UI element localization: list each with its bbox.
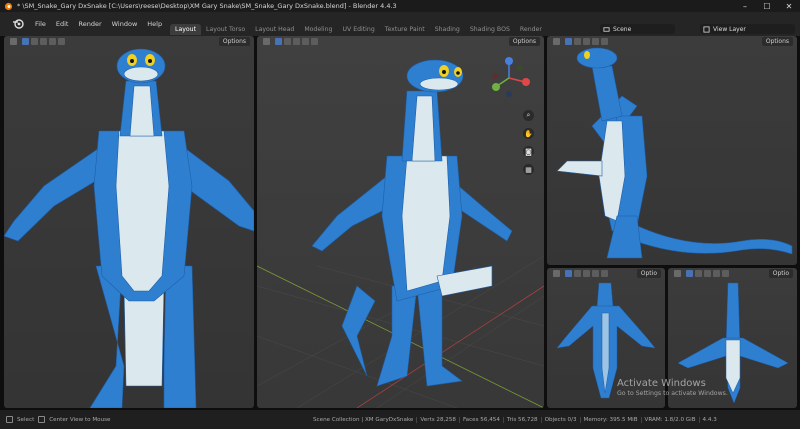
select-box-icon[interactable] <box>565 270 572 277</box>
workspace-tabs: Layout Layout Torso Layout Head Modeling… <box>170 23 547 35</box>
select-mode-icon[interactable] <box>574 270 581 277</box>
pan-hand-icon[interactable]: ✋ <box>523 128 534 139</box>
watermark-title: Activate Windows <box>617 378 706 389</box>
tab-texture-paint[interactable]: Texture Paint <box>380 24 430 35</box>
status-bar: Select Center View to Mouse Scene Collec… <box>0 410 800 429</box>
stat-vram: VRAM: 1.8/2.0 GiB <box>642 416 700 423</box>
select-mode-icon[interactable] <box>293 38 300 45</box>
minimize-button[interactable]: – <box>734 0 756 12</box>
menu-help[interactable]: Help <box>142 20 167 28</box>
stat-faces: Faces 56,454 <box>460 416 504 423</box>
options-button[interactable]: Options <box>761 37 793 46</box>
status-hints: Select Center View to Mouse <box>6 410 110 429</box>
tab-layout-head[interactable]: Layout Head <box>250 24 299 35</box>
select-mode-icon[interactable] <box>713 270 720 277</box>
scene-label: Scene <box>613 25 632 33</box>
select-box-icon[interactable] <box>565 38 572 45</box>
select-mode-icon[interactable] <box>574 38 581 45</box>
editor-type-icon[interactable] <box>674 270 681 277</box>
menu-edit[interactable]: Edit <box>51 20 74 28</box>
tab-render[interactable]: Render <box>515 24 547 35</box>
top-bar: File Edit Render Window Help Layout Layo… <box>0 12 800 36</box>
menu-file[interactable]: File <box>30 20 51 28</box>
menu-window[interactable]: Window <box>107 20 143 28</box>
maximize-button[interactable]: ☐ <box>756 0 778 12</box>
select-mode-icon[interactable] <box>40 38 47 45</box>
editor-type-icon[interactable] <box>553 270 560 277</box>
menu-render[interactable]: Render <box>73 20 106 28</box>
options-button[interactable]: Options <box>218 37 250 46</box>
window-controls: – ☐ ✕ <box>734 0 800 12</box>
options-button[interactable]: Optio <box>768 269 793 278</box>
tab-shading-bos[interactable]: Shading BOS <box>465 24 515 35</box>
viewport-side[interactable]: Options <box>547 36 797 265</box>
editor-type-icon[interactable] <box>10 38 17 45</box>
close-button[interactable]: ✕ <box>778 0 800 12</box>
select-box-icon[interactable] <box>22 38 29 45</box>
select-mode-icon[interactable] <box>49 38 56 45</box>
stat-version: 4.4.3 <box>702 416 717 423</box>
view-layer-icon <box>703 25 710 33</box>
blender-app-icon <box>4 2 13 10</box>
status-center-view-hint: Center View to Mouse <box>49 416 111 423</box>
main-menu: File Edit Render Window Help <box>0 12 167 36</box>
select-mode-icon[interactable] <box>601 38 608 45</box>
select-mode-icon[interactable] <box>592 38 599 45</box>
status-select-hint: Select <box>17 416 35 423</box>
stat-verts: Verts 28,258 <box>417 416 460 423</box>
tab-shading[interactable]: Shading <box>430 24 465 35</box>
snake-character-front <box>4 48 254 408</box>
viewport-header <box>257 36 544 47</box>
stat-collection: Scene Collection | XM GaryDxSnake <box>310 416 418 423</box>
editor-type-icon[interactable] <box>553 38 560 45</box>
camera-icon[interactable]: ◙ <box>523 146 534 157</box>
snake-character-side <box>556 47 793 259</box>
tab-modeling[interactable]: Modeling <box>299 24 337 35</box>
view-layer-label: View Layer <box>713 25 746 33</box>
scene-selector[interactable]: Scene <box>600 24 675 34</box>
select-mode-icon[interactable] <box>31 38 38 45</box>
select-mode-icon[interactable] <box>302 38 309 45</box>
viewport-front[interactable]: Options <box>4 36 254 408</box>
select-mode-icon[interactable] <box>583 270 590 277</box>
select-box-icon[interactable] <box>686 270 693 277</box>
navigation-gizmo[interactable] <box>487 54 532 99</box>
viewport-header <box>4 36 254 47</box>
window-title: * \SM_Snake_Gary DxSnake [C:\Users\reese… <box>17 2 397 10</box>
select-mode-icon[interactable] <box>722 270 729 277</box>
watermark-subtitle: Go to Settings to activate Windows. <box>617 390 728 397</box>
select-mode-icon[interactable] <box>601 270 608 277</box>
options-button[interactable]: Options <box>508 37 540 46</box>
tab-layout-torso[interactable]: Layout Torso <box>201 24 250 35</box>
select-mode-icon[interactable] <box>583 38 590 45</box>
stat-objects: Objects 0/3 <box>542 416 581 423</box>
mouse-middle-icon <box>38 416 46 423</box>
viewport-perspective[interactable]: Options ⌕ ✋ ◙ ▦ <box>257 36 544 408</box>
select-mode-icon[interactable] <box>704 270 711 277</box>
window-titlebar: * \SM_Snake_Gary DxSnake [C:\Users\reese… <box>0 0 800 12</box>
mouse-left-icon <box>6 416 13 423</box>
activate-windows-watermark: Activate Windows Go to Settings to activ… <box>617 378 728 397</box>
editor-type-icon[interactable] <box>263 38 270 45</box>
select-mode-icon[interactable] <box>311 38 318 45</box>
select-mode-icon[interactable] <box>592 270 599 277</box>
stat-memory: Memory: 395.5 MiB <box>581 416 642 423</box>
tab-uv-editing[interactable]: UV Editing <box>337 24 379 35</box>
viewport-nav-tools: ⌕ ✋ ◙ ▦ <box>523 110 534 175</box>
viewport-header <box>547 36 797 47</box>
select-mode-icon[interactable] <box>58 38 65 45</box>
select-mode-icon[interactable] <box>695 270 702 277</box>
select-mode-icon[interactable] <box>284 38 291 45</box>
stat-tris: Tris 56,728 <box>504 416 542 423</box>
tab-layout[interactable]: Layout <box>170 23 202 35</box>
blender-logo-icon[interactable] <box>12 18 24 30</box>
options-button[interactable]: Optio <box>636 269 661 278</box>
zoom-icon[interactable]: ⌕ <box>523 110 534 121</box>
scene-icon <box>603 26 610 32</box>
grid-icon[interactable]: ▦ <box>523 164 534 175</box>
scene-statistics: Scene Collection | XM GaryDxSnake Verts … <box>310 410 720 429</box>
view-layer-selector[interactable]: View Layer <box>700 24 795 34</box>
select-box-icon[interactable] <box>275 38 282 45</box>
